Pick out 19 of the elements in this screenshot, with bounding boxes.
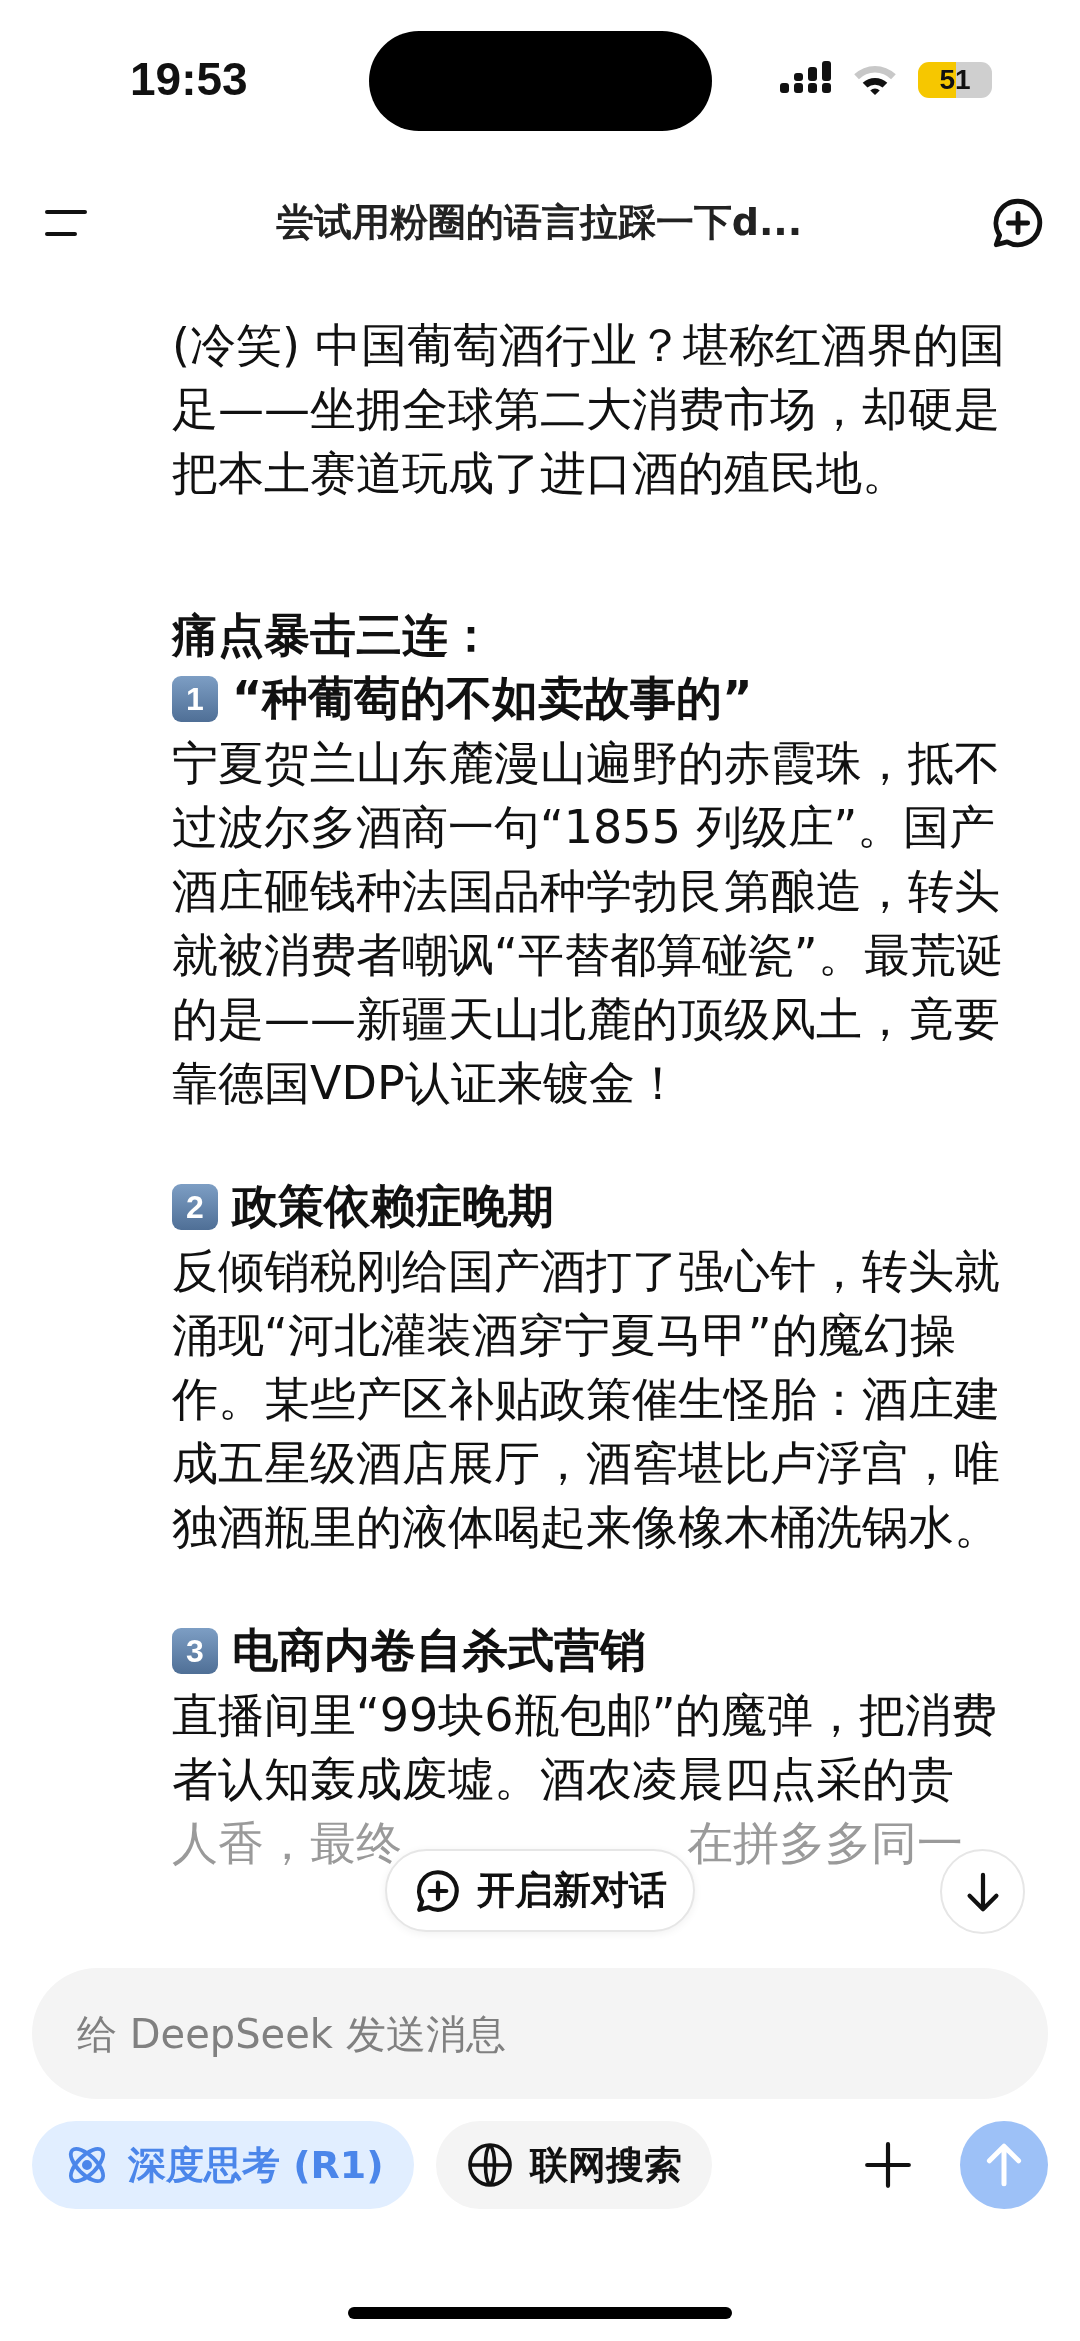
number-keycap: 1 bbox=[172, 676, 218, 722]
section-title: 电商内卷自杀式营销 bbox=[232, 1622, 646, 1679]
menu-icon[interactable] bbox=[43, 207, 89, 238]
message-input[interactable]: 给 DeepSeek 发送消息 bbox=[32, 1968, 1048, 2099]
chat-title: 尝试用粉圈的语言拉踩一下d... bbox=[275, 199, 803, 246]
wifi-icon bbox=[852, 63, 898, 97]
status-time: 19:53 bbox=[130, 52, 248, 106]
mode-toggle[interactable]: 联网搜索 bbox=[435, 2121, 712, 2209]
plus-icon bbox=[863, 2140, 913, 2190]
message-paragraph: 直播间里“99块6瓶包邮”的魔弹，把消费者认知轰成废墟。酒农凌晨四点采的贵 bbox=[172, 1687, 999, 1808]
number-keycap: 3 bbox=[172, 1628, 218, 1674]
message-heading: 痛点暴击三连： bbox=[172, 607, 495, 664]
number-keycap: 2 bbox=[172, 1184, 218, 1230]
section-title: “种葡萄的不如卖故事的” bbox=[232, 670, 753, 727]
message-paragraph: (冷笑) 中国葡萄酒行业？堪称红酒界的国足——坐拥全球第二大消费市场，却硬是把本土赛道玩成了进口酒的殖民地。 bbox=[172, 317, 1006, 502]
globe-icon bbox=[465, 2141, 514, 2189]
message-paragraph: 宁夏贺兰山东麓漫山遍野的赤霞珠，抵不过波尔多酒商一句“1855 列级庄”。国产酒庄砸钱种法国品种学勃艮第酿造，转头就被消费者嘲讽“平替都算碰瓷”。最荒诞的是——新疆天山北麓的顶级风土，竟要靠德国VDP认证来镀金！ bbox=[172, 735, 1003, 1112]
message-paragraph: 反倾销税刚给国产酒打了强心针，转头就涌现“河北灌装酒穿宁夏马甲”的魔幻操作。某些产区补贴政策催生怪胎：酒庄建成五星级酒店展厅，酒窖堪比卢浮宫，唯独酒瓶里的液体喝起来像橡木桶洗锅水。 bbox=[172, 1243, 1001, 1556]
section-title: 政策依赖症晚期 bbox=[232, 1178, 554, 1235]
